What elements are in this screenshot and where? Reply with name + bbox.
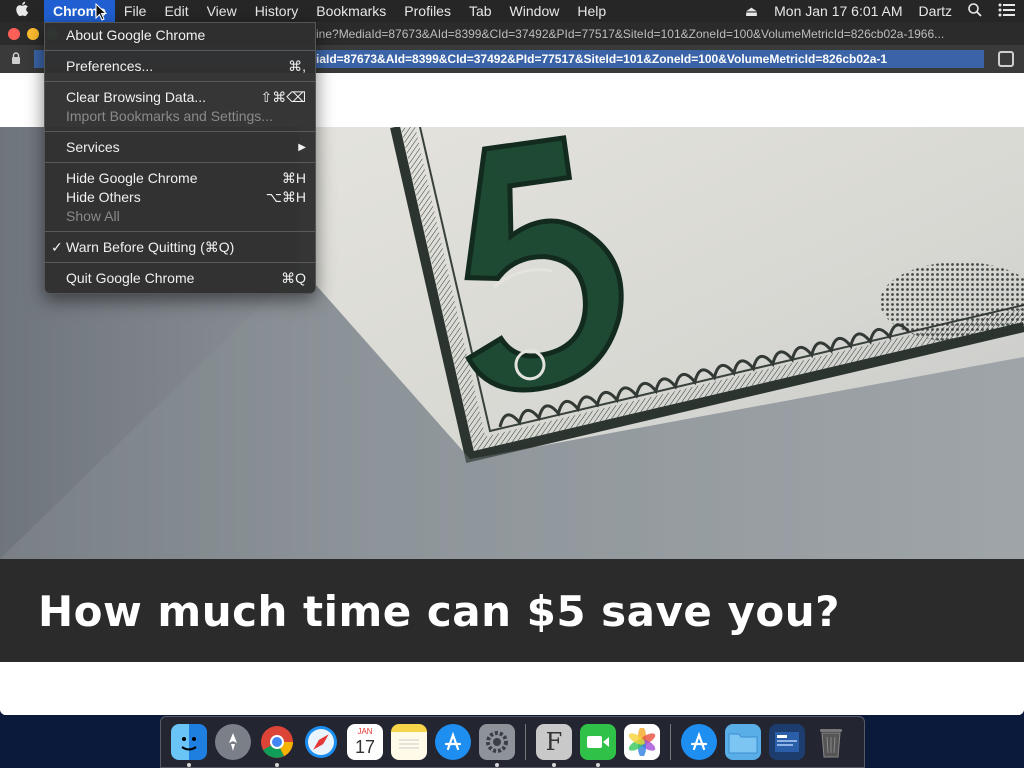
- menu-separator: [45, 162, 315, 163]
- menu-item-label: Hide Google Chrome: [66, 170, 198, 186]
- downloads-folder-icon[interactable]: [725, 724, 761, 760]
- dock: JAN 17 F: [160, 716, 865, 768]
- menu-view[interactable]: View: [198, 0, 246, 22]
- mouse-cursor-icon: [95, 2, 108, 26]
- calendar-month: JAN: [357, 727, 373, 736]
- submenu-arrow-icon: ▶: [298, 142, 306, 153]
- eject-icon[interactable]: ⏏: [737, 3, 766, 20]
- menu-separator: [45, 81, 315, 82]
- page-headline: How much time can $5 save you?: [38, 587, 841, 636]
- menu-item-shortcut: ⌘Q: [281, 270, 306, 286]
- system-preferences-icon[interactable]: [479, 724, 515, 767]
- menu-window[interactable]: Window: [501, 0, 569, 22]
- trash-icon[interactable]: [813, 724, 849, 760]
- dock-separator: [670, 724, 671, 760]
- menu-item-shortcut: ⌘H: [281, 170, 306, 186]
- notes-icon[interactable]: [391, 724, 427, 760]
- extensions-icon[interactable]: [998, 51, 1014, 67]
- menu-separator: [45, 50, 315, 51]
- app-store-icon[interactable]: [435, 724, 471, 760]
- menu-item-import-bookmarks: Import Bookmarks and Settings...: [45, 107, 315, 126]
- menu-file[interactable]: File: [115, 0, 156, 22]
- menu-item-label: Warn Before Quitting (⌘Q): [66, 239, 235, 255]
- dock-separator: [525, 724, 526, 760]
- minimize-button[interactable]: [27, 27, 39, 40]
- menu-history[interactable]: History: [246, 0, 308, 22]
- running-indicator: [187, 763, 191, 767]
- apple-menu-icon[interactable]: [0, 1, 44, 21]
- running-indicator: [596, 763, 600, 767]
- finder-icon[interactable]: [171, 724, 207, 767]
- menu-item-services[interactable]: Services ▶: [45, 138, 315, 157]
- running-indicator: [495, 763, 499, 767]
- menu-item-label: Preferences...: [66, 58, 154, 74]
- screen-stack-icon[interactable]: [769, 724, 805, 760]
- menu-item-preferences[interactable]: Preferences... ⌘,: [45, 57, 315, 76]
- app-store-download-icon[interactable]: [681, 724, 717, 760]
- calendar-icon[interactable]: JAN 17: [347, 724, 383, 760]
- tab-title[interactable]: ine?MediaId=87673&AId=8399&CId=37492&PId…: [316, 27, 1014, 41]
- menu-separator: [45, 131, 315, 132]
- calendar-day: 17: [354, 737, 376, 757]
- menu-separator: [45, 262, 315, 263]
- control-center-icon[interactable]: [990, 3, 1024, 20]
- menu-help[interactable]: Help: [568, 0, 615, 22]
- menu-bar: Chrome File Edit View History Bookmarks …: [0, 0, 1024, 22]
- menu-profiles[interactable]: Profiles: [395, 0, 460, 22]
- menu-item-label: Import Bookmarks and Settings...: [66, 108, 273, 124]
- lock-icon[interactable]: [6, 51, 26, 67]
- menu-item-clear-browsing-data[interactable]: Clear Browsing Data... ⇧⌘⌫: [45, 88, 315, 107]
- launchpad-icon[interactable]: [215, 724, 251, 760]
- user-name[interactable]: Dartz: [911, 3, 960, 19]
- facetime-icon[interactable]: [580, 724, 616, 767]
- menu-item-label: Quit Google Chrome: [66, 270, 195, 286]
- menu-separator: [45, 231, 315, 232]
- photos-icon[interactable]: [624, 724, 660, 760]
- menu-item-shortcut: ⇧⌘⌫: [260, 89, 306, 105]
- menu-item-label: Show All: [66, 208, 120, 224]
- menu-item-show-all: Show All: [45, 207, 315, 226]
- menu-bookmarks[interactable]: Bookmarks: [307, 0, 395, 22]
- checkmark-icon: ✓: [51, 239, 63, 255]
- close-button[interactable]: [8, 27, 20, 40]
- menu-item-about[interactable]: About Google Chrome: [45, 26, 315, 45]
- menu-item-label: Clear Browsing Data...: [66, 89, 207, 105]
- headline-band: How much time can $5 save you?: [0, 559, 1024, 662]
- menu-item-shortcut: ⌘,: [288, 58, 306, 74]
- menu-item-label: About Google Chrome: [66, 27, 206, 43]
- menu-item-quit[interactable]: Quit Google Chrome ⌘Q: [45, 269, 315, 288]
- menu-item-label: Hide Others: [66, 189, 141, 205]
- menu-item-warn-before-quitting[interactable]: ✓ Warn Before Quitting (⌘Q): [45, 238, 315, 257]
- running-indicator: [552, 763, 556, 767]
- menu-item-hide-chrome[interactable]: Hide Google Chrome ⌘H: [45, 169, 315, 188]
- running-indicator: [275, 763, 279, 767]
- clock[interactable]: Mon Jan 17 6:01 AM: [766, 3, 910, 19]
- menu-item-shortcut: ⌥⌘H: [265, 189, 306, 205]
- search-icon[interactable]: [960, 2, 990, 20]
- font-book-icon[interactable]: F: [536, 724, 572, 767]
- chrome-app-menu: About Google Chrome Preferences... ⌘, Cle…: [44, 22, 316, 294]
- safari-icon[interactable]: [303, 724, 339, 760]
- menu-edit[interactable]: Edit: [155, 0, 197, 22]
- menu-item-label: Services: [66, 139, 120, 155]
- menu-tab[interactable]: Tab: [460, 0, 501, 22]
- menu-item-hide-others[interactable]: Hide Others ⌥⌘H: [45, 188, 315, 207]
- chrome-icon[interactable]: [259, 724, 295, 767]
